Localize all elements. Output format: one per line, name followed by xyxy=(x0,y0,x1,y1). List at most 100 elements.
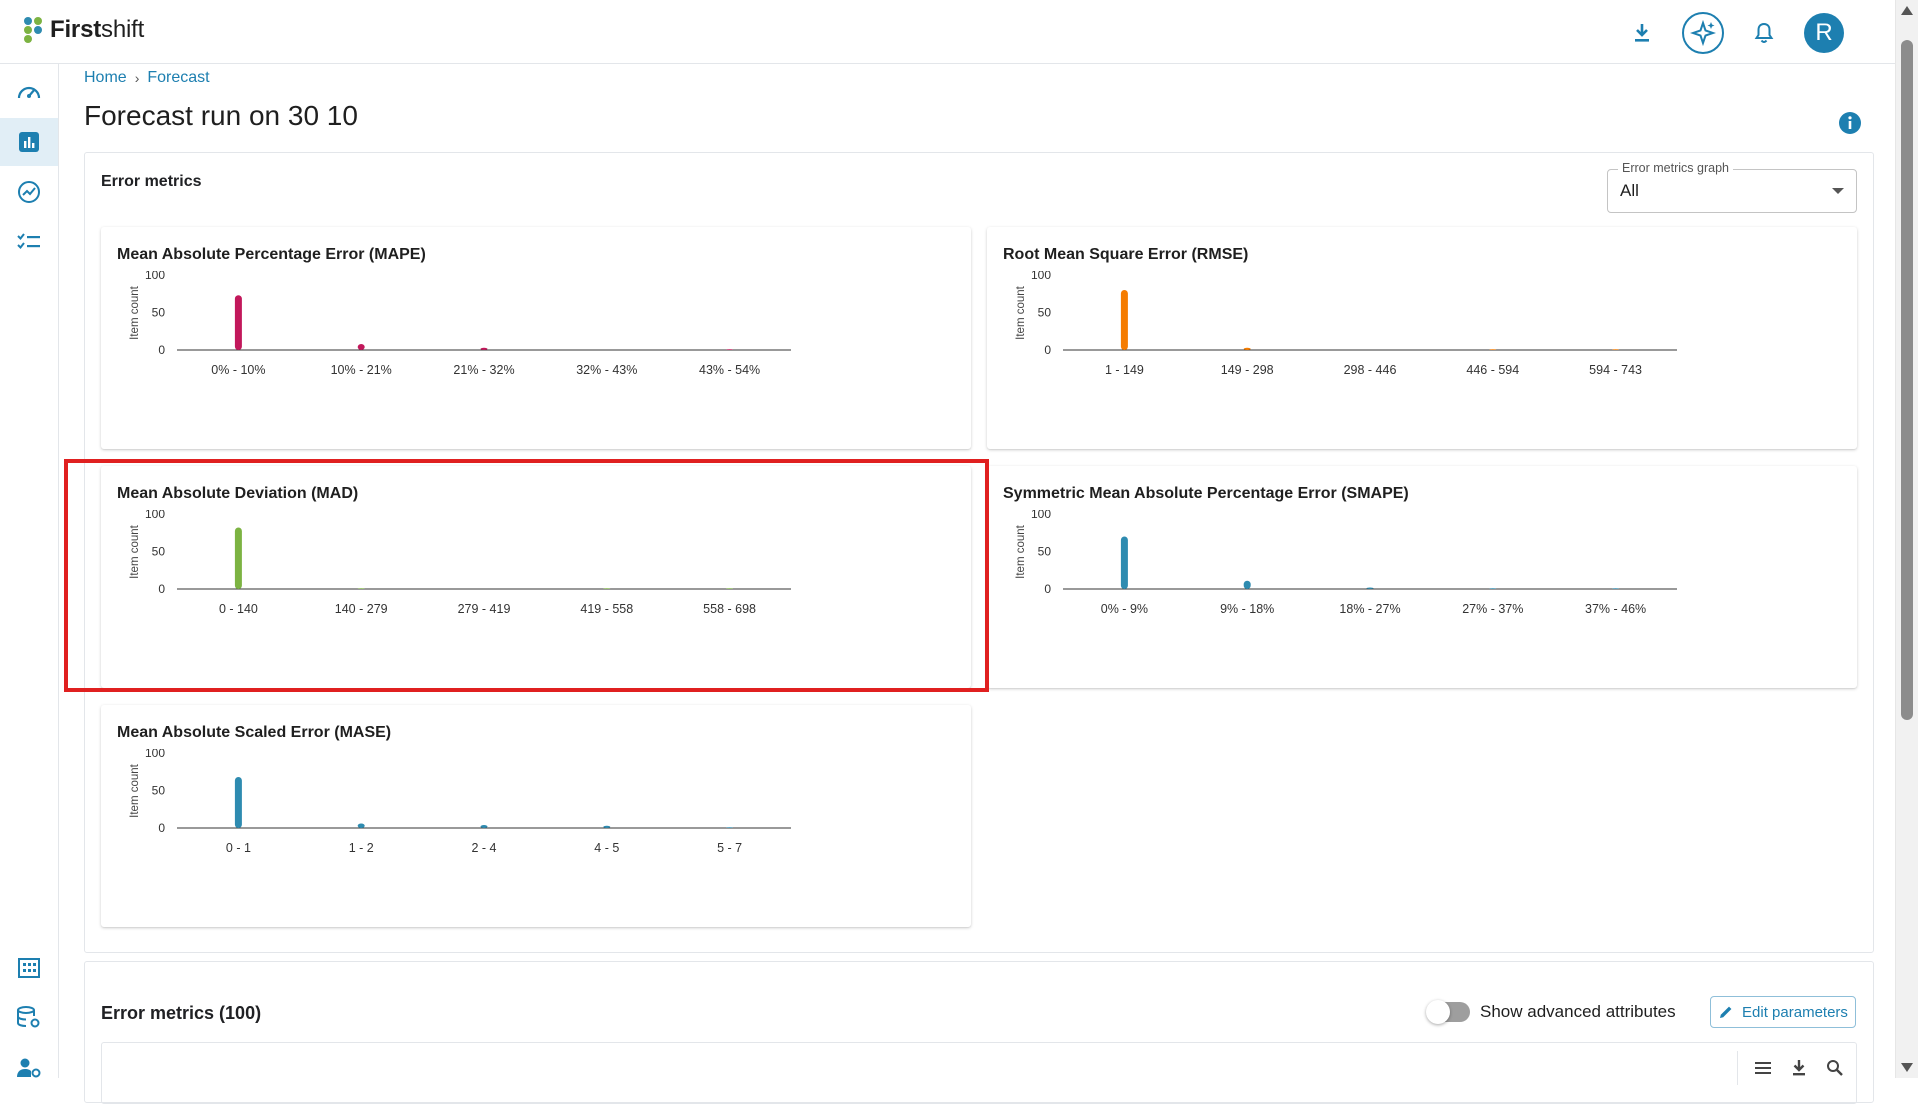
error-metrics-graph-select[interactable]: Error metrics graph All xyxy=(1607,161,1857,213)
ai-sparkle-icon[interactable] xyxy=(1682,12,1724,54)
x-tick-label: 419 - 558 xyxy=(580,602,633,616)
show-advanced-attributes-toggle[interactable]: Show advanced attributes xyxy=(1426,1000,1676,1024)
chart-bar xyxy=(1366,587,1374,589)
chart-title: Mean Absolute Percentage Error (MAPE) xyxy=(117,246,426,263)
x-tick-label: 21% - 32% xyxy=(453,363,514,377)
chart-bar xyxy=(726,349,734,350)
sidebar-item-data-settings[interactable] xyxy=(0,994,58,1042)
breadcrumb: Home › Forecast xyxy=(84,69,210,87)
scroll-thumb[interactable] xyxy=(1901,40,1913,720)
y-tick-label: 0 xyxy=(158,343,165,357)
y-tick-label: 100 xyxy=(1031,510,1051,521)
edit-parameters-label: Edit parameters xyxy=(1742,1003,1848,1021)
checklist-icon xyxy=(17,233,40,250)
chart-bar xyxy=(480,825,488,828)
chart-title: Symmetric Mean Absolute Percentage Error… xyxy=(1003,485,1409,502)
chart-card-mape: Mean Absolute Percentage Error (MAPE) It… xyxy=(101,227,971,449)
x-tick-label: 140 - 279 xyxy=(335,602,388,616)
chart-mad: Item count 100 50 0 0 - 140 140 - 279 279 - 41… xyxy=(129,510,791,616)
error-metrics-table xyxy=(101,1042,1857,1104)
x-tick-label: 9% - 18% xyxy=(1220,602,1274,616)
select-label: Error metrics graph xyxy=(1618,161,1733,175)
bell-icon[interactable] xyxy=(1744,13,1784,53)
chart-bar xyxy=(234,295,242,350)
chart-mase: Item count 100 50 0 0 - 1 1 - 2 2 - 4 4 - 5 5 - … xyxy=(129,749,791,855)
x-tick-label: 1 - 2 xyxy=(349,841,374,855)
pencil-icon xyxy=(1720,1006,1732,1018)
x-tick-label: 298 - 446 xyxy=(1344,363,1397,377)
x-tick-label: 279 - 419 xyxy=(458,602,511,616)
x-tick-label: 0 - 140 xyxy=(219,602,258,616)
table-toolbar xyxy=(1737,1051,1846,1085)
x-tick-label: 558 - 698 xyxy=(703,602,756,616)
y-tick-label: 50 xyxy=(152,784,166,798)
breadcrumb-home[interactable]: Home xyxy=(84,69,127,87)
chart-bar xyxy=(726,827,734,828)
building-icon xyxy=(18,958,40,978)
brand-name: Firstshift xyxy=(50,16,145,43)
user-avatar[interactable]: R xyxy=(1804,13,1844,53)
page-title: Forecast run on 30 10 xyxy=(84,100,358,131)
info-icon[interactable] xyxy=(1838,111,1862,135)
error-metrics-panel: Error metrics Error metrics graph All Me… xyxy=(84,152,1874,953)
breadcrumb-separator-icon: › xyxy=(134,70,140,86)
bar-chart-icon xyxy=(19,132,39,152)
firstshift-logo[interactable]: Firstshift xyxy=(22,16,144,44)
y-tick-label: 0 xyxy=(158,582,165,596)
chart-card-mase: Mean Absolute Scaled Error (MASE) Item c… xyxy=(101,705,971,927)
sidebar-item-forecast[interactable] xyxy=(0,118,58,166)
columns-icon[interactable] xyxy=(1752,1057,1774,1079)
x-tick-label: 149 - 298 xyxy=(1221,363,1274,377)
download-icon[interactable] xyxy=(1788,1057,1810,1079)
x-tick-label: 594 - 743 xyxy=(1589,363,1642,377)
sidebar-item-trends[interactable] xyxy=(0,168,58,216)
y-tick-label: 50 xyxy=(152,545,166,559)
sidebar-item-user-settings[interactable] xyxy=(0,1044,58,1092)
chart-bar xyxy=(234,777,242,828)
download-icon[interactable] xyxy=(1622,13,1662,53)
scroll-down-icon[interactable] xyxy=(1901,1063,1913,1072)
y-axis-label: Item count xyxy=(129,524,141,578)
chart-bar xyxy=(1489,349,1497,350)
chart-card-mad: Mean Absolute Deviation (MAD) Item count… xyxy=(101,466,971,688)
edit-parameters-button[interactable]: Edit parameters xyxy=(1710,996,1856,1028)
scroll-up-icon[interactable] xyxy=(1901,6,1913,15)
y-tick-label: 50 xyxy=(1038,545,1052,559)
chart-bar xyxy=(603,588,611,589)
chart-smape: Item count 100 50 0 0% - 9% 9% - 18% 18% - 27%… xyxy=(1015,510,1677,616)
chart-bar xyxy=(1489,588,1497,589)
chart-card-smape: Symmetric Mean Absolute Percentage Error… xyxy=(987,466,1857,688)
y-axis-label: Item count xyxy=(129,763,141,817)
panel-title: Error metrics xyxy=(101,173,202,190)
x-tick-label: 1 - 149 xyxy=(1105,363,1144,377)
chart-title: Root Mean Square Error (RMSE) xyxy=(1003,246,1249,263)
page-scrollbar[interactable] xyxy=(1895,0,1918,1078)
search-icon[interactable] xyxy=(1824,1057,1846,1079)
chart-bar xyxy=(1612,349,1620,350)
chart-title: Mean Absolute Scaled Error (MASE) xyxy=(117,724,392,741)
chart-bar xyxy=(1243,347,1251,350)
chart-bar xyxy=(1243,580,1251,589)
y-tick-label: 100 xyxy=(145,271,165,282)
toggle-knob xyxy=(1426,1000,1450,1024)
chart-bar xyxy=(726,588,734,589)
y-tick-label: 0 xyxy=(158,821,165,835)
sidebar-item-dashboard[interactable] xyxy=(0,68,58,116)
y-axis-label: Item count xyxy=(1015,524,1027,578)
x-tick-label: 37% - 46% xyxy=(1585,602,1646,616)
logo-mark-icon xyxy=(24,17,42,43)
user-settings-icon xyxy=(17,1058,41,1078)
dashboard-gauge-icon xyxy=(17,86,41,99)
chart-bar xyxy=(357,588,365,589)
sidebar-item-tasks[interactable] xyxy=(0,218,58,266)
toggle-switch[interactable] xyxy=(1426,1000,1470,1024)
chart-bar xyxy=(1120,536,1128,589)
top-bar: Firstshift R xyxy=(0,0,1896,64)
breadcrumb-forecast[interactable]: Forecast xyxy=(147,69,209,87)
chart-title: Mean Absolute Deviation (MAD) xyxy=(117,485,359,502)
sidebar-item-organization[interactable] xyxy=(0,944,58,992)
x-tick-label: 446 - 594 xyxy=(1466,363,1519,377)
chart-rmse: Item count 100 50 0 1 - 149 149 - 298 298 - 44… xyxy=(1015,271,1677,377)
x-tick-label: 32% - 43% xyxy=(576,363,637,377)
x-tick-label: 5 - 7 xyxy=(717,841,742,855)
